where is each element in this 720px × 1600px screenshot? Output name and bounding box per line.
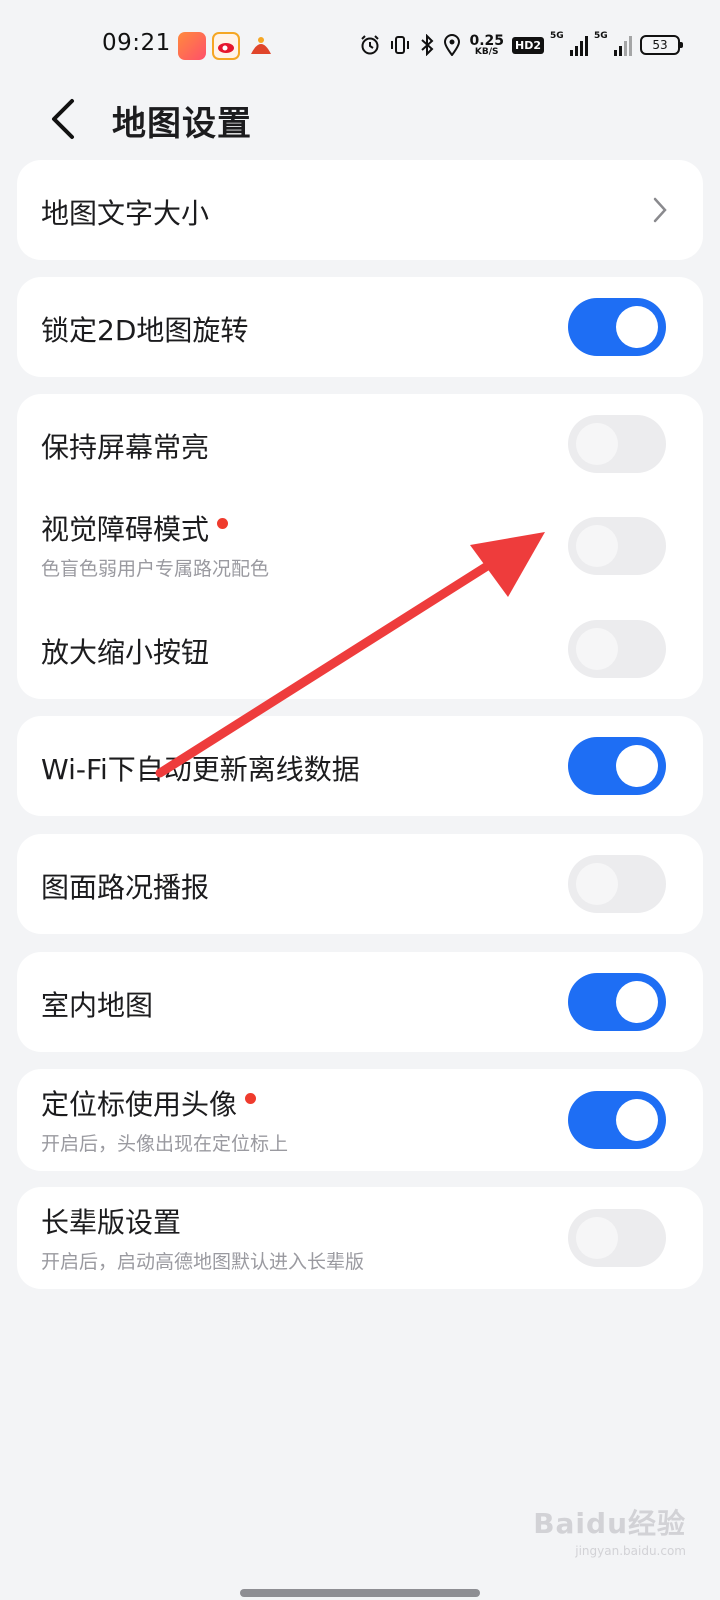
- back-button[interactable]: [38, 94, 88, 144]
- map-traffic-broadcast-row: 图面路况播报: [17, 834, 703, 934]
- avatar-location-marker-row: 定位标使用头像 开启后，头像出现在定位标上: [17, 1069, 703, 1171]
- map-text-size-label: 地图文字大小: [41, 197, 210, 230]
- home-indicator[interactable]: [240, 1589, 480, 1597]
- elder-mode-row: 长辈版设置 开启后，启动高德地图默认进入长辈版: [17, 1187, 703, 1289]
- app-header: 地图设置: [0, 92, 720, 150]
- alarm-icon: [359, 34, 381, 56]
- avatar-location-marker-subtitle: 开启后，头像出现在定位标上: [41, 1133, 289, 1155]
- visual-impairment-mode-subtitle: 色盲色弱用户专属路况配色: [41, 558, 270, 580]
- elder-mode-label: 长辈版设置: [41, 1206, 182, 1239]
- indoor-map-row: 室内地图: [17, 952, 703, 1052]
- indoor-map-toggle[interactable]: [568, 973, 666, 1031]
- zoom-buttons-label: 放大缩小按钮: [41, 636, 210, 669]
- lock-2d-rotation-card: 锁定2D地图旋转: [17, 277, 703, 377]
- signal-strength-icon-1: 5G: [550, 31, 588, 56]
- visual-impairment-mode-label: 视觉障碍模式: [41, 508, 229, 548]
- toggle-knob: [576, 423, 618, 465]
- network-speed-value: 0.25: [469, 32, 504, 49]
- page-title: 地图设置: [112, 104, 252, 144]
- network-speed-unit: KB/S: [474, 46, 499, 57]
- lock-2d-rotation-label: 锁定2D地图旋转: [41, 314, 249, 347]
- avatar-location-marker-text: 定位标使用头像: [41, 1088, 238, 1121]
- vibrate-icon: [389, 34, 411, 56]
- zoom-buttons-toggle[interactable]: [568, 620, 666, 678]
- indoor-map-label: 室内地图: [41, 989, 154, 1022]
- status-icons: 0.25 KB/S HD2 5G 5G 53: [359, 30, 683, 60]
- bluetooth-icon: [419, 34, 435, 56]
- battery-icon: 53: [640, 35, 683, 55]
- elder-mode-toggle[interactable]: [568, 1209, 666, 1267]
- wifi-auto-update-row: Wi-Fi下自动更新离线数据: [17, 716, 703, 816]
- map-text-size-card: 地图文字大小: [17, 160, 703, 260]
- toggle-knob: [616, 745, 658, 787]
- elder-mode-subtitle: 开启后，启动高德地图默认进入长辈版: [41, 1251, 365, 1273]
- keep-screen-on-label: 保持屏幕常亮: [41, 431, 210, 464]
- toggle-knob: [576, 1217, 618, 1259]
- zoom-buttons-row: 放大缩小按钮: [17, 599, 703, 699]
- new-badge-dot: [217, 517, 229, 529]
- status-bar: 09:21 0.25 KB/S HD2 5G 5G 53: [0, 0, 720, 92]
- toggle-knob: [616, 1099, 658, 1141]
- avatar-location-marker-toggle[interactable]: [568, 1091, 666, 1149]
- signal1-label: 5G: [550, 31, 564, 41]
- wifi-auto-update-label: Wi-Fi下自动更新离线数据: [41, 753, 360, 786]
- visual-impairment-mode-toggle[interactable]: [568, 517, 666, 575]
- elder-mode-card: 长辈版设置 开启后，启动高德地图默认进入长辈版: [17, 1187, 703, 1289]
- toggle-knob: [576, 525, 618, 567]
- watermark-sub: jingyan.baidu.com: [575, 1544, 686, 1558]
- toggle-knob: [616, 306, 658, 348]
- indoor-map-card: 室内地图: [17, 952, 703, 1052]
- signal2-label: 5G: [594, 31, 608, 41]
- map-traffic-broadcast-label: 图面路况播报: [41, 871, 210, 904]
- map-traffic-broadcast-toggle[interactable]: [568, 855, 666, 913]
- chevron-right-icon: [645, 195, 675, 225]
- visual-impairment-mode-text: 视觉障碍模式: [41, 513, 210, 546]
- lock-2d-rotation-toggle[interactable]: [568, 298, 666, 356]
- app-notification-icon-3: [247, 32, 275, 60]
- avatar-location-marker-label: 定位标使用头像: [41, 1083, 257, 1123]
- watermark-main: Baidu经验: [533, 1507, 686, 1540]
- map-text-size-row[interactable]: 地图文字大小: [17, 160, 703, 260]
- toggle-knob: [576, 628, 618, 670]
- map-traffic-broadcast-card: 图面路况播报: [17, 834, 703, 934]
- new-badge-dot: [245, 1092, 257, 1104]
- app-notification-icon: [178, 32, 206, 60]
- status-time: 09:21: [102, 30, 171, 56]
- lock-2d-rotation-row: 锁定2D地图旋转: [17, 277, 703, 377]
- network-speed: 0.25 KB/S: [469, 34, 504, 57]
- toggle-knob: [616, 981, 658, 1023]
- signal-strength-icon-2: 5G: [594, 31, 632, 56]
- keep-screen-on-row: 保持屏幕常亮: [17, 394, 703, 494]
- visual-impairment-mode-row: 视觉障碍模式 色盲色弱用户专属路况配色: [17, 494, 703, 599]
- back-arrow-icon: [52, 99, 74, 139]
- hd-voice-badge: HD2: [512, 36, 544, 54]
- location-icon: [443, 34, 461, 56]
- weibo-notification-icon: [212, 32, 240, 60]
- display-options-card: 保持屏幕常亮 视觉障碍模式 色盲色弱用户专属路况配色 放大缩小按钮: [17, 394, 703, 699]
- wifi-auto-update-toggle[interactable]: [568, 737, 666, 795]
- avatar-location-marker-card: 定位标使用头像 开启后，头像出现在定位标上: [17, 1069, 703, 1171]
- wifi-auto-update-card: Wi-Fi下自动更新离线数据: [17, 716, 703, 816]
- toggle-knob: [576, 863, 618, 905]
- baidu-watermark: Baidu经验 jingyan.baidu.com: [533, 1502, 686, 1558]
- keep-screen-on-toggle[interactable]: [568, 415, 666, 473]
